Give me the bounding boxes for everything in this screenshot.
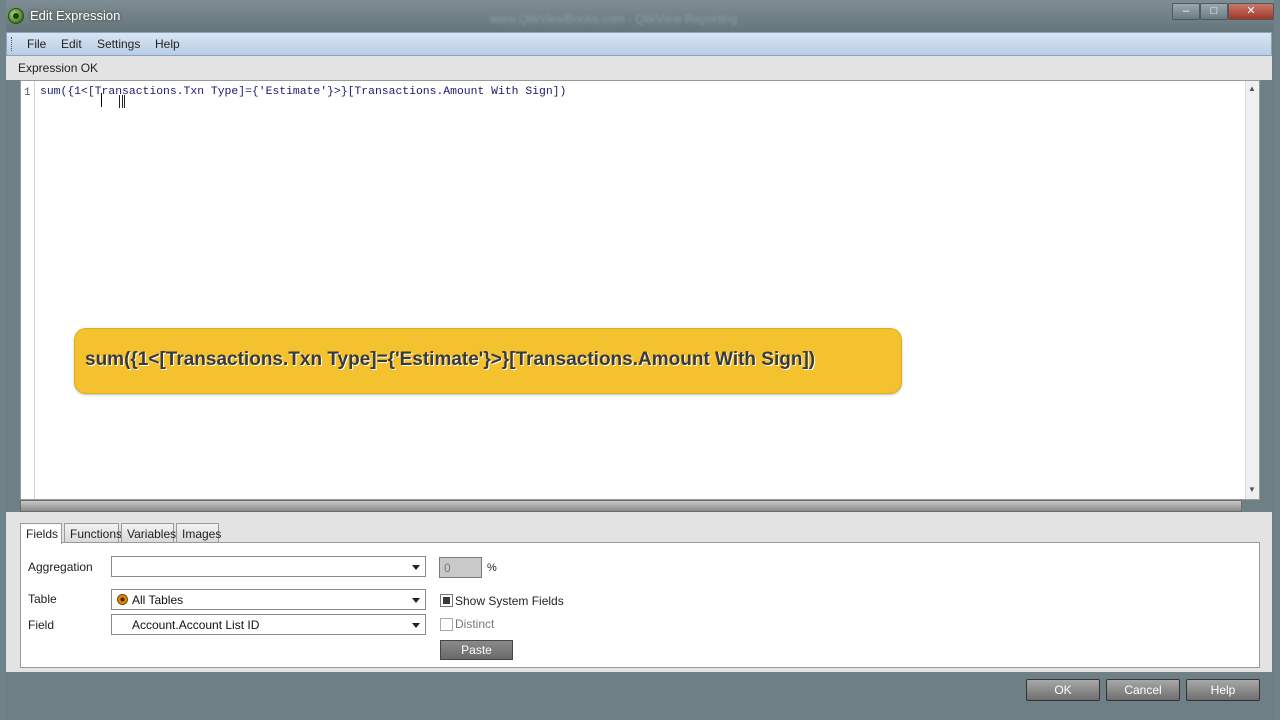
percent-value: 0 xyxy=(444,561,451,575)
expression-editor[interactable]: 1 sum({1<[Transactions.Txn Type]={'Estim… xyxy=(20,80,1260,500)
chevron-down-icon[interactable] xyxy=(412,598,420,603)
aggregation-label: Aggregation xyxy=(28,560,93,574)
ibeam-cursor-icon xyxy=(119,95,125,108)
title-bar: Edit Expression www.QlikViewBooks.com - … xyxy=(0,0,1280,32)
chevron-down-icon[interactable] xyxy=(412,565,420,570)
qlikview-app-icon xyxy=(8,8,24,24)
menu-settings[interactable]: Settings xyxy=(97,37,140,51)
expression-callout: sum({1<[Transactions.Txn Type]={'Estimat… xyxy=(74,328,902,394)
percent-sign: % xyxy=(487,562,497,574)
show-system-fields-checkbox[interactable] xyxy=(440,594,453,607)
menu-edit[interactable]: Edit xyxy=(61,37,82,51)
table-icon xyxy=(117,594,128,605)
maximize-button[interactable]: □ xyxy=(1200,3,1228,20)
menu-grip[interactable] xyxy=(11,37,14,51)
menu-bar: File Edit Settings Help xyxy=(6,32,1272,56)
show-system-fields-label: Show System Fields xyxy=(455,594,564,608)
tab-variables[interactable]: Variables xyxy=(121,523,176,543)
line-number: 1 xyxy=(24,87,31,99)
tab-images[interactable]: Images xyxy=(176,523,221,543)
field-select[interactable]: Account.Account List ID xyxy=(111,614,426,635)
callout-text: sum({1<[Transactions.Txn Type]={'Estimat… xyxy=(85,349,816,370)
tab-fields[interactable]: Fields xyxy=(20,523,62,544)
table-select[interactable]: All Tables xyxy=(111,589,426,610)
table-value: All Tables xyxy=(132,593,184,607)
field-label: Field xyxy=(28,618,55,632)
tab-functions[interactable]: Functions xyxy=(64,523,122,543)
field-value: Account.Account List ID xyxy=(132,618,260,632)
menu-file[interactable]: File xyxy=(27,37,46,51)
expression-status: Expression OK xyxy=(18,61,99,75)
chevron-down-icon[interactable] xyxy=(412,623,420,628)
scroll-up-icon[interactable]: ▲ xyxy=(1248,84,1256,93)
editor-vertical-scrollbar[interactable]: ▲ ▼ xyxy=(1245,81,1259,499)
distinct-checkbox[interactable] xyxy=(440,618,453,631)
scroll-down-icon[interactable]: ▼ xyxy=(1248,485,1256,494)
editor-splitter[interactable] xyxy=(20,500,1242,512)
paste-button[interactable]: Paste xyxy=(440,640,513,660)
window-title: Edit Expression xyxy=(30,8,121,23)
text-caret xyxy=(101,93,102,107)
distinct-label: Distinct xyxy=(455,617,495,631)
left-window-border xyxy=(0,0,6,720)
minimize-button[interactable]: – xyxy=(1172,3,1200,20)
cancel-button[interactable]: Cancel xyxy=(1106,679,1180,701)
close-button[interactable]: ✕ xyxy=(1228,3,1274,20)
background-window-title: www.QlikViewBooks.com - QlikView Reporti… xyxy=(490,12,737,26)
percent-input[interactable]: 0 xyxy=(439,557,482,578)
table-label: Table xyxy=(28,592,57,606)
line-gutter: 1 xyxy=(21,81,35,499)
ok-button[interactable]: OK xyxy=(1026,679,1100,701)
help-button[interactable]: Help xyxy=(1186,679,1260,701)
right-window-border xyxy=(1274,0,1280,720)
status-bar: Expression OK xyxy=(6,56,1272,80)
menu-help[interactable]: Help xyxy=(155,37,180,51)
aggregation-select[interactable] xyxy=(111,556,426,577)
